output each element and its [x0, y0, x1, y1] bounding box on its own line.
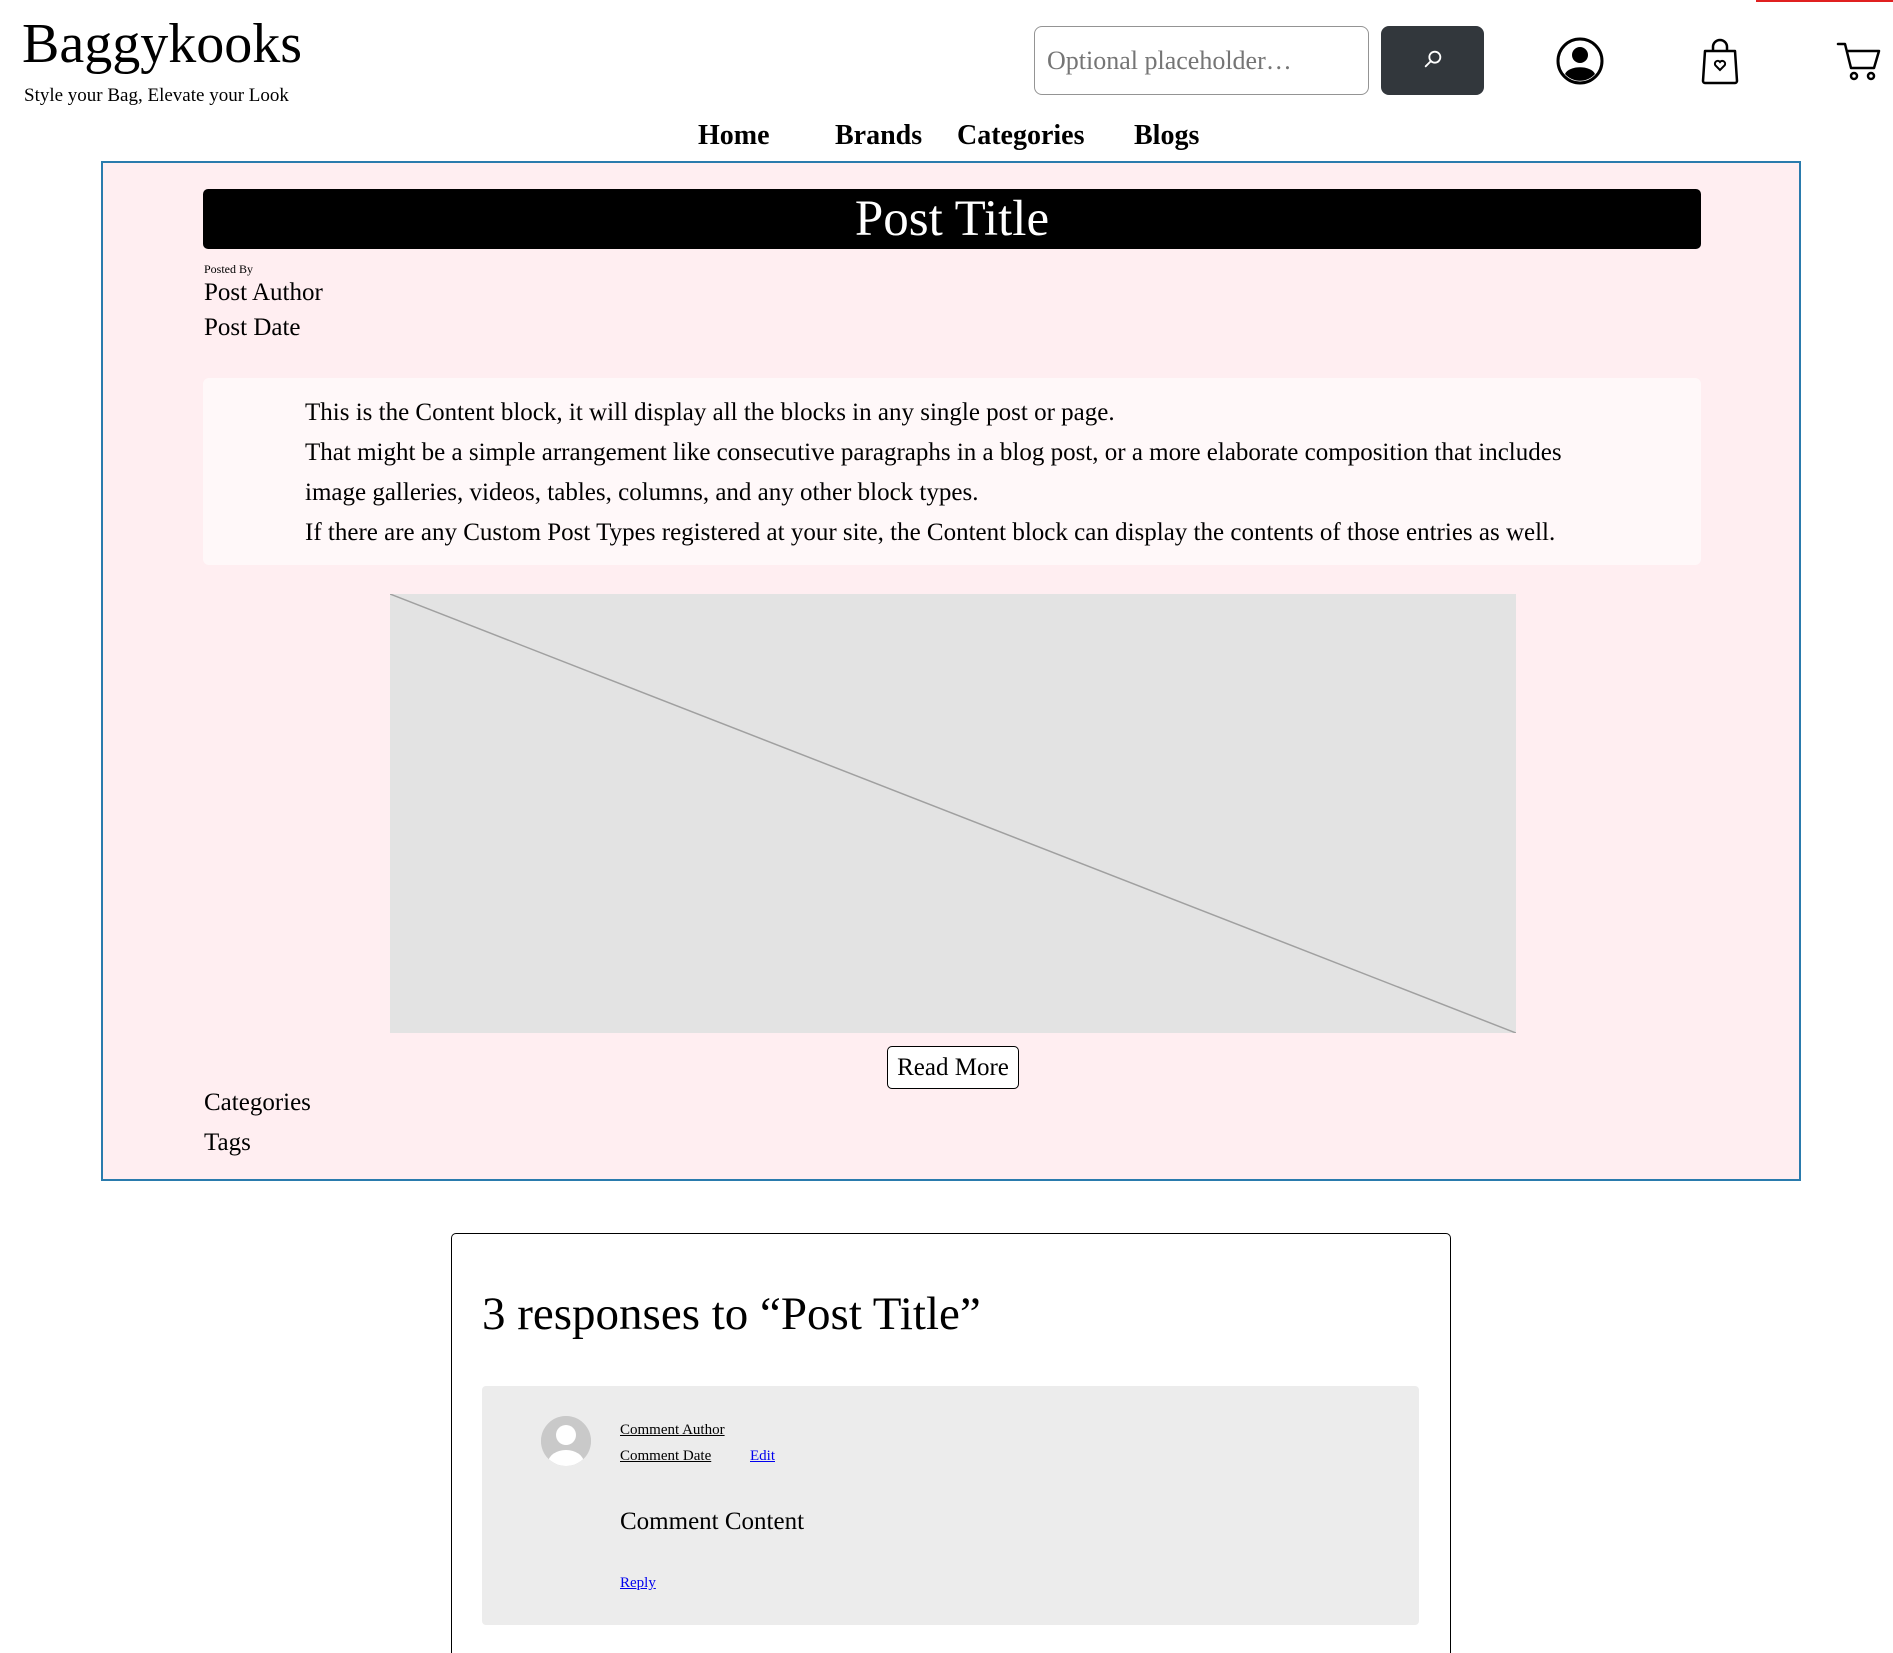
nav-item-brands[interactable]: Brands — [835, 116, 922, 156]
post-author[interactable]: Post Author — [204, 277, 323, 309]
nav-item-categories[interactable]: Categories — [957, 116, 1085, 156]
read-more-button[interactable]: Read More — [887, 1046, 1019, 1089]
comment-date-link[interactable]: Comment Date — [620, 1446, 711, 1466]
main-nav: Home Brands Categories Blogs — [0, 116, 1893, 156]
post-content-block: This is the Content block, it will displ… — [203, 378, 1701, 565]
comment-author-link[interactable]: Comment Author — [620, 1420, 725, 1440]
comment-content: Comment Content — [620, 1508, 805, 1535]
content-paragraph: image galleries, videos, tables, columns… — [305, 479, 979, 506]
comments-heading: 3 responses to “Post Title” — [482, 1288, 981, 1340]
post-tags[interactable]: Tags — [204, 1127, 251, 1159]
comment-edit-link[interactable]: Edit — [750, 1446, 775, 1466]
comment-reply-link[interactable]: Reply — [620, 1573, 656, 1593]
nav-item-home[interactable]: Home — [698, 116, 770, 156]
comment-item: Comment Author Comment Date Edit Comment… — [482, 1386, 1419, 1625]
accent-line — [1756, 0, 1893, 2]
account-icon[interactable] — [1555, 36, 1605, 86]
content-paragraph: If there are any Custom Post Types regis… — [305, 519, 1556, 546]
search-button[interactable] — [1381, 26, 1484, 95]
site-header: Baggykooks Style your Bag, Elevate your … — [0, 0, 1893, 160]
search-icon — [1422, 48, 1444, 73]
site-branding: Baggykooks Style your Bag, Elevate your … — [22, 8, 302, 108]
site-tagline: Style your Bag, Elevate your Look — [24, 85, 289, 106]
content-paragraph: That might be a simple arrangement like … — [305, 439, 1562, 466]
post-card: Post Title Posted By Post Author Post Da… — [101, 161, 1801, 1181]
featured-image-placeholder — [390, 594, 1516, 1033]
shopping-cart-icon[interactable] — [1836, 38, 1882, 84]
post-title-bar: Post Title — [203, 189, 1701, 249]
posted-by-label: Posted By — [204, 262, 254, 276]
site-title[interactable]: Baggykooks — [22, 8, 302, 80]
avatar — [541, 1416, 591, 1466]
post-categories[interactable]: Categories — [204, 1087, 311, 1119]
content-paragraph: This is the Content block, it will displ… — [305, 399, 1115, 426]
search-input[interactable] — [1034, 26, 1369, 95]
comments-section: 3 responses to “Post Title” Comment Auth… — [451, 1233, 1451, 1653]
nav-item-blogs[interactable]: Blogs — [1134, 116, 1199, 156]
shopping-bag-heart-icon[interactable] — [1698, 36, 1742, 86]
post-title[interactable]: Post Title — [855, 189, 1049, 249]
post-date: Post Date — [204, 314, 301, 341]
